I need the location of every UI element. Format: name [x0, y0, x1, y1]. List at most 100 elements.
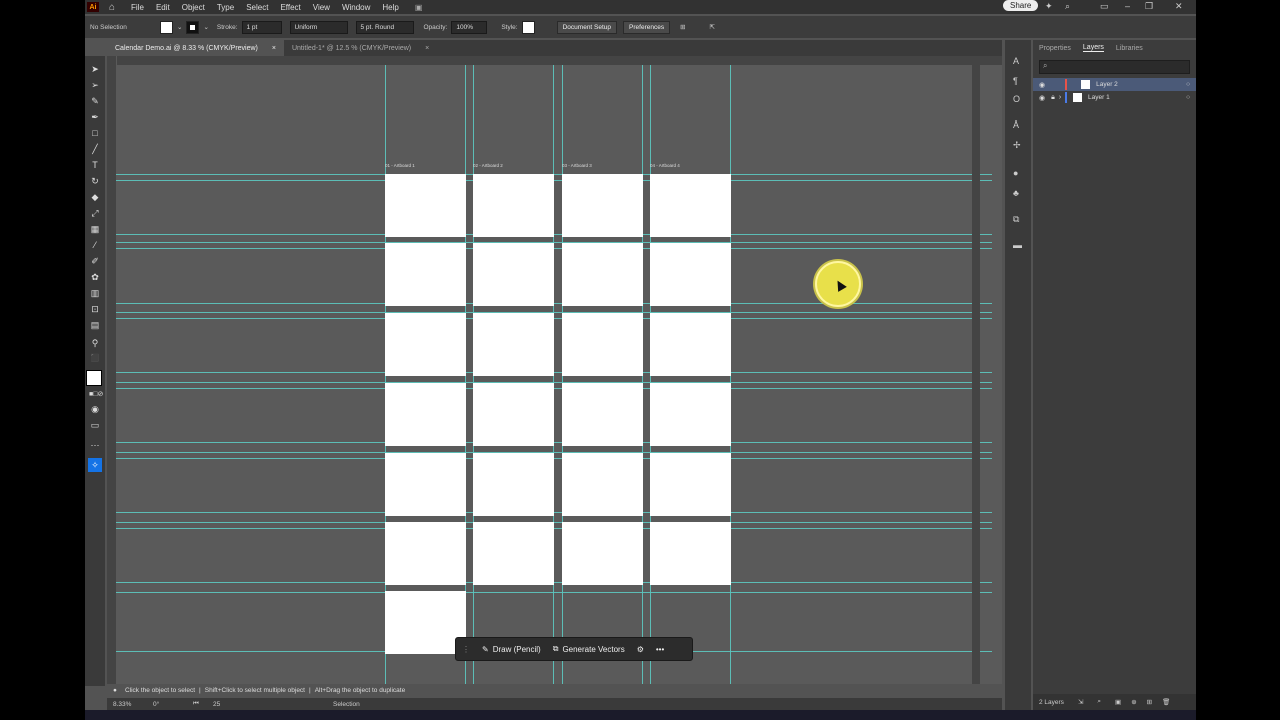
artboard[interactable] — [473, 313, 554, 376]
artboard[interactable] — [385, 453, 466, 516]
gradient-tool-icon[interactable]: ▦ — [89, 224, 101, 234]
artboard[interactable] — [562, 313, 643, 376]
artboard[interactable] — [650, 174, 731, 237]
preferences-button[interactable]: Preferences — [623, 20, 671, 34]
settings-icon[interactable]: ⚙ — [637, 645, 644, 654]
screen-mode-icon[interactable]: ▭ — [89, 420, 101, 430]
fill-stroke-icon[interactable] — [86, 370, 102, 386]
artboard-canvas[interactable]: 01 - Artboard 1 02 - Artboard 2 03 - Art… — [107, 56, 1002, 684]
workspace-icon[interactable]: ▭ — [1100, 1, 1109, 12]
artboard[interactable] — [562, 522, 643, 585]
style-swatch[interactable] — [521, 20, 535, 34]
glyphs-icon[interactable]: Å — [1013, 120, 1019, 130]
chevron-right-icon[interactable]: › — [1059, 94, 1061, 101]
locate-object-icon[interactable]: ⌕ — [1097, 698, 1101, 706]
tab-calendar-demo[interactable]: Calendar Demo.ai @ 8.33 % (CMYK/Preview)… — [107, 40, 284, 56]
close-icon[interactable]: × — [425, 45, 429, 52]
vertical-ruler[interactable] — [107, 56, 116, 684]
arrange-icon[interactable]: ▣ — [415, 3, 423, 12]
artboard[interactable] — [562, 243, 643, 306]
vertical-scrollbar[interactable] — [972, 56, 980, 684]
pen-tool-icon[interactable]: ✒ — [89, 112, 101, 122]
first-artboard-icon[interactable]: ⏮ — [193, 700, 213, 708]
new-layer-icon[interactable]: ⊞ — [1147, 698, 1152, 706]
artboard[interactable] — [562, 383, 643, 446]
menu-type[interactable]: Type — [217, 3, 234, 12]
direct-selection-tool-icon[interactable]: ➢ — [89, 80, 101, 90]
symbols-icon[interactable]: ♣ — [1013, 188, 1019, 198]
artboard[interactable] — [650, 313, 731, 376]
menu-file[interactable]: File — [131, 3, 144, 12]
menu-effect[interactable]: Effect — [280, 3, 300, 12]
column-graph-icon[interactable]: ▥ — [89, 288, 101, 298]
artboard[interactable] — [385, 591, 466, 654]
more-options-button[interactable]: ••• — [656, 645, 664, 654]
opentype-icon[interactable]: O — [1013, 94, 1020, 104]
target-icon[interactable]: ○ — [1186, 94, 1190, 101]
rectangle-tool-icon[interactable]: □ — [89, 128, 101, 138]
tab-layers[interactable]: Layers — [1082, 44, 1104, 52]
maximize-icon[interactable]: ❐ — [1145, 1, 1153, 12]
search-icon[interactable]: ⌕ — [1065, 1, 1070, 12]
drag-handle-icon[interactable]: ⋮ — [462, 645, 470, 654]
scale-tool-icon[interactable]: ⤢ — [89, 208, 101, 218]
artboard[interactable] — [562, 453, 643, 516]
artboard[interactable] — [473, 383, 554, 446]
artboard-label[interactable]: 01 - Artboard 1 — [385, 163, 415, 168]
home-icon[interactable]: ⌂ — [109, 2, 115, 13]
tab-libraries[interactable]: Libraries — [1116, 45, 1143, 52]
opacity-field[interactable]: 100% — [451, 20, 488, 34]
eyedropper-tool-icon[interactable]: ⁄ — [89, 240, 101, 250]
artboard-number[interactable]: 25 — [213, 701, 253, 708]
menu-edit[interactable]: Edit — [156, 3, 170, 12]
stroke-weight-field[interactable]: 1 pt — [241, 20, 282, 34]
artboard[interactable] — [385, 522, 466, 585]
artboard[interactable] — [473, 453, 554, 516]
export-layers-icon[interactable]: ⇲ — [1078, 698, 1083, 706]
artboard-tool-icon[interactable]: ⊡ — [89, 304, 101, 314]
rotate-tool-icon[interactable]: ↻ — [89, 176, 101, 186]
new-sublayer-icon[interactable]: ⊕ — [1131, 698, 1136, 706]
stroke-swatch[interactable] — [186, 20, 200, 34]
eye-icon[interactable]: ◉ — [1039, 94, 1045, 102]
default-colors-icon[interactable]: ⬛ — [89, 354, 101, 364]
artboard[interactable] — [385, 174, 466, 237]
horizontal-ruler[interactable] — [117, 56, 1002, 65]
document-setup-button[interactable]: Document Setup — [556, 20, 618, 34]
layers-search-input[interactable]: ⌕ — [1039, 60, 1190, 74]
more-tools-icon[interactable]: ⋯ — [89, 440, 101, 450]
tab-properties[interactable]: Properties — [1039, 45, 1071, 52]
artboard[interactable] — [650, 522, 731, 585]
layer-row[interactable]: ◉ Layer 2 ○ — [1033, 78, 1196, 91]
lock-icon[interactable]: 🔒︎ — [1051, 94, 1055, 102]
artboard[interactable] — [385, 313, 466, 376]
menu-view[interactable]: View — [313, 3, 330, 12]
align-icon[interactable]: ⊞ — [680, 23, 685, 31]
brush-definition[interactable]: 5 pt. Round — [355, 20, 414, 34]
delete-icon[interactable]: 🗑︎ — [1162, 698, 1170, 706]
color-mode-icon[interactable]: ■□⊘ — [89, 390, 103, 400]
artboard[interactable] — [473, 243, 554, 306]
artboard[interactable] — [385, 383, 466, 446]
variable-width-profile[interactable]: Uniform — [289, 20, 348, 34]
eraser-tool-icon[interactable]: ◆ — [89, 192, 101, 202]
blend-tool-icon[interactable]: ✐ — [89, 256, 101, 266]
minimize-icon[interactable]: – — [1125, 1, 1130, 11]
artboard[interactable] — [562, 174, 643, 237]
chevron-down-icon[interactable]: ⌄ — [203, 23, 208, 31]
artboard-label[interactable]: 03 - Artboard 3 — [562, 163, 592, 168]
layer-name[interactable]: Layer 1 — [1088, 94, 1110, 101]
target-icon[interactable]: ○ — [1186, 81, 1190, 88]
layer-name[interactable]: Layer 2 — [1096, 81, 1118, 88]
eye-icon[interactable]: ◉ — [1039, 81, 1045, 89]
artboard-label[interactable]: 04 - Artboard 4 — [650, 163, 680, 168]
paragraph-icon[interactable]: ¶ — [1013, 76, 1018, 86]
share-button[interactable]: Share — [1003, 0, 1039, 11]
artboard-label[interactable]: 02 - Artboard 2 — [473, 163, 503, 168]
brushes-icon[interactable]: ✢ — [1013, 140, 1021, 151]
zoom-tool-icon[interactable]: ⚲ — [89, 338, 101, 348]
character-icon[interactable]: A — [1013, 56, 1019, 66]
draw-mode-icon[interactable]: ◉ — [89, 404, 101, 414]
swatches-icon[interactable]: ● — [1013, 168, 1018, 178]
artboards-icon[interactable]: ⧉ — [1013, 214, 1019, 225]
